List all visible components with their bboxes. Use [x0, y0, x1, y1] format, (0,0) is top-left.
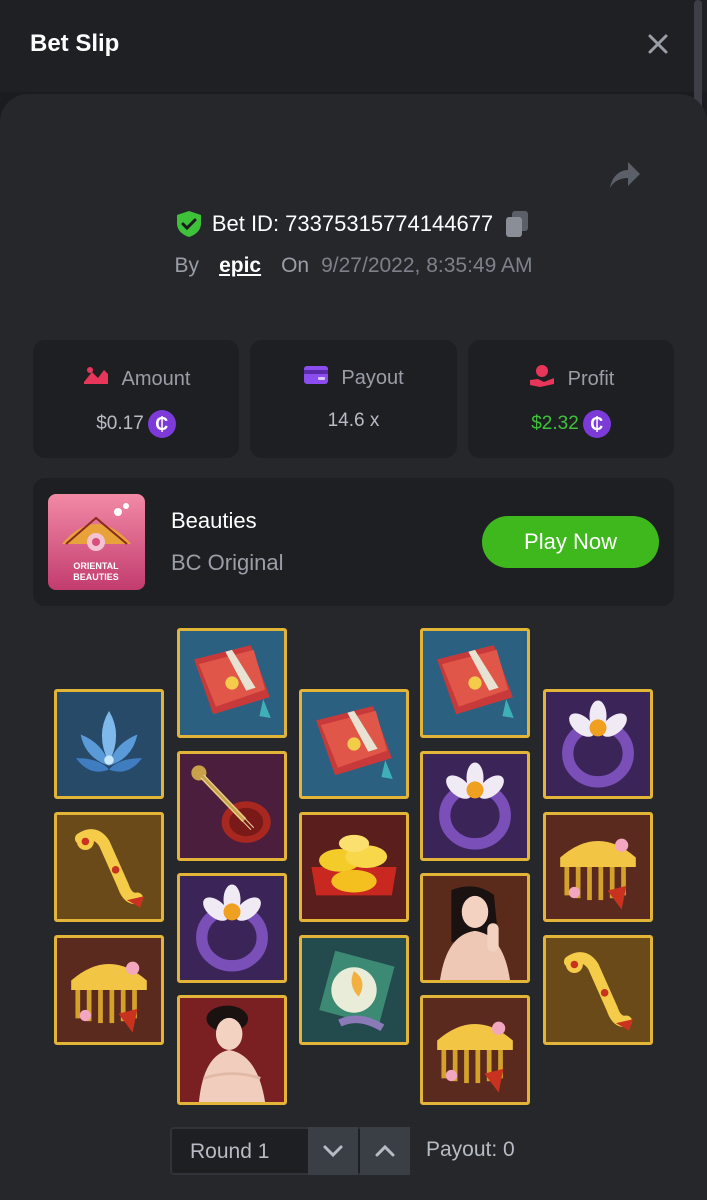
symbol-scroll	[54, 812, 164, 922]
svg-text:BEAUTIES: BEAUTIES	[73, 572, 119, 582]
symbol-lotus	[54, 689, 164, 799]
payout-label: Payout	[341, 366, 404, 389]
symbol-lady	[177, 995, 287, 1105]
by-label: By	[174, 254, 200, 277]
payout-value: 14.6 x	[327, 410, 380, 431]
coin-icon: ₵	[147, 410, 176, 438]
game-card: ORIENTAL BEAUTIES Beauties BC Original P…	[33, 478, 674, 606]
play-now-button[interactable]: Play Now	[482, 516, 659, 568]
symbol-ring	[420, 751, 530, 861]
bet-id: Bet ID: 73375315774144677	[211, 211, 494, 236]
symbol-ring	[543, 689, 653, 799]
round-selector[interactable]: Round 1	[170, 1127, 410, 1175]
symbol-lute	[177, 751, 287, 861]
chevron-up-icon[interactable]	[360, 1127, 410, 1175]
svg-text:ORIENTAL: ORIENTAL	[73, 561, 119, 571]
profit-value: $2.32	[531, 413, 579, 434]
bet-id-row: Bet ID: 73375315774144677	[0, 206, 707, 242]
symbol-ring	[177, 873, 287, 983]
symbol-lady	[420, 873, 530, 983]
profit-label: Profit	[567, 367, 615, 390]
amount-label: Amount	[121, 367, 191, 390]
game-provider: BC Original	[171, 550, 284, 575]
close-icon[interactable]	[642, 28, 674, 60]
symbol-gold	[299, 812, 409, 922]
game-name[interactable]: Beauties	[171, 508, 257, 534]
symbol-comb	[420, 995, 530, 1105]
page-title: Bet Slip	[30, 30, 120, 57]
bet-date: 9/27/2022, 8:35:49 AM	[321, 254, 533, 277]
shield-check-icon	[176, 210, 202, 238]
amount-value: $0.17	[96, 413, 144, 434]
wallet-icon	[303, 364, 329, 392]
coin-icon: ₵	[582, 410, 611, 438]
symbol-book	[420, 628, 530, 738]
symbol-scroll	[543, 935, 653, 1045]
header: Bet Slip	[0, 0, 707, 92]
payout-card: Payout 14.6 x	[250, 340, 457, 458]
round-label: Round 1	[190, 1140, 270, 1163]
symbol-comb	[54, 935, 164, 1045]
amount-card: Amount $0.17 ₵	[33, 340, 239, 458]
symbol-fan	[299, 935, 409, 1045]
share-icon[interactable]	[604, 158, 644, 194]
profit-card: Profit $2.32 ₵	[468, 340, 674, 458]
profit-hand-icon	[528, 364, 556, 394]
chevron-down-icon[interactable]	[308, 1127, 358, 1175]
username-link[interactable]: epic	[219, 254, 261, 278]
round-payout: Payout: 0	[426, 1138, 515, 1161]
game-thumbnail[interactable]: ORIENTAL BEAUTIES	[48, 494, 145, 590]
symbol-comb	[543, 812, 653, 922]
symbol-book	[177, 628, 287, 738]
bet-meta: By epic On 9/27/2022, 8:35:49 AM	[0, 250, 707, 282]
symbol-book	[299, 689, 409, 799]
on-label: On	[281, 254, 310, 277]
amount-icon	[82, 364, 110, 394]
copy-icon[interactable]	[503, 209, 531, 239]
